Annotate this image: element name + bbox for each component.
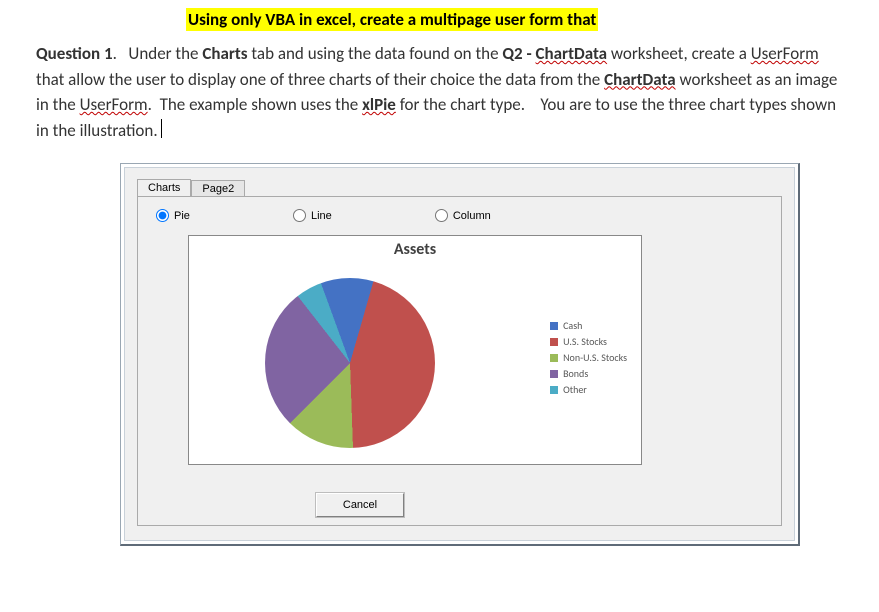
t: UserForm [80,94,148,115]
page-heading: Using only VBA in excel, create a multip… [186,8,598,31]
legend-item: U.S. Stocks [550,335,627,348]
question-label: Question 1 [36,43,113,64]
legend-swatch [550,338,558,346]
radio-line-label: Line [311,210,332,222]
t: that allow the user to display one of th… [36,69,604,90]
legend-item: Other [550,383,627,396]
tab-charts[interactable]: Charts [137,179,191,196]
t: . The example shown uses the [148,94,362,115]
pie-chart [265,278,435,448]
multipage-tabs: ChartsPage2 [137,176,782,196]
tab-panel-charts: Pie Line Column Assets [137,196,782,526]
cancel-button[interactable]: Cancel [316,493,404,517]
radio-line-input[interactable] [293,209,306,222]
legend-label: Bonds [563,367,588,380]
t: ChartData [604,69,676,90]
legend-label: U.S. Stocks [563,335,607,348]
legend-item: Non-U.S. Stocks [550,351,627,364]
legend-label: Non-U.S. Stocks [563,351,627,364]
legend-item: Bonds [550,367,627,380]
t: tab and using the data found on the [248,43,503,64]
t: xlPie [362,94,396,115]
t: UserForm [751,43,819,64]
legend-swatch [550,386,558,394]
userform-window: ChartsPage2 Pie Line Column [120,163,800,546]
radio-column-label: Column [453,210,491,222]
radio-pie-label: Pie [174,210,190,222]
radio-line[interactable]: Line [293,209,332,222]
radio-column-input[interactable] [435,209,448,222]
t: worksheet, create a [607,43,751,64]
legend-label: Cash [563,319,582,332]
radio-pie[interactable]: Pie [156,209,190,222]
t: Charts [202,43,247,64]
question-text: Question 1. Under the Charts tab and usi… [36,41,843,143]
chart-type-radios: Pie Line Column [152,207,767,235]
radio-column[interactable]: Column [435,209,491,222]
legend-label: Other [563,383,587,396]
t: Q2 - [502,43,535,64]
legend-swatch [550,322,558,330]
legend-swatch [550,354,558,362]
userform-body: ChartsPage2 Pie Line Column [124,167,795,541]
legend-item: Cash [550,319,627,332]
t: ChartData [536,43,608,64]
radio-pie-input[interactable] [156,209,169,222]
chart-legend: Cash U.S. Stocks Non-U.S. Stocks Bonds Other [550,316,627,399]
chart-title: Assets [189,236,641,259]
legend-swatch [550,370,558,378]
chart-image: Assets Cash U.S. Stocks Non-U.S. Stocks Bon… [188,235,642,465]
t: . Under the [113,43,203,64]
text-cursor [161,119,162,138]
